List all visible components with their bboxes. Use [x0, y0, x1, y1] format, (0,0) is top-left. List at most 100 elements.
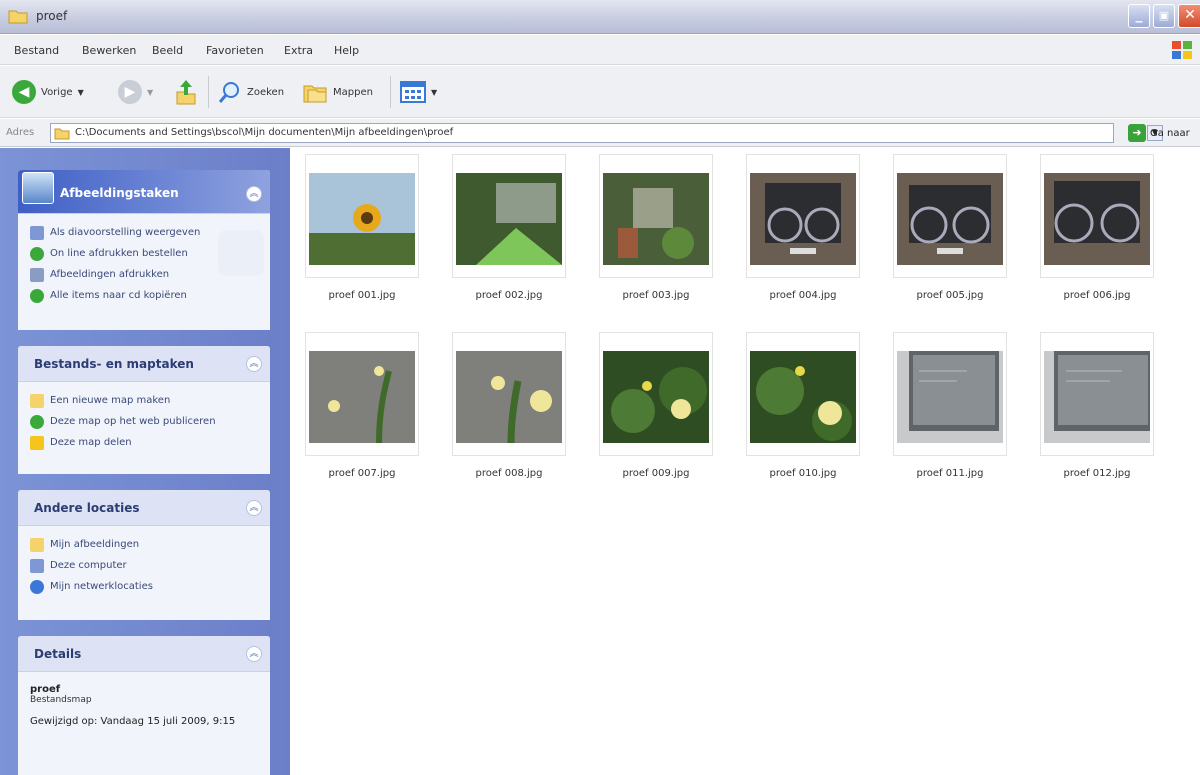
toolbar-separator: [208, 76, 209, 108]
views-button[interactable]: ▼: [400, 80, 437, 104]
task-share-folder[interactable]: Deze map delen: [30, 432, 258, 453]
go-button[interactable]: ➜ Ga naar: [1128, 124, 1190, 142]
dropdown-arrow-icon: ▼: [431, 87, 438, 97]
place-label: Mijn afbeeldingen: [50, 539, 140, 550]
dropdown-arrow-icon: ▼: [147, 87, 154, 97]
network-icon: [30, 579, 44, 594]
address-label: Adres: [6, 127, 35, 138]
other-places-header[interactable]: Andere locaties ︽: [18, 490, 270, 526]
file-name: proef 003.jpg: [622, 290, 690, 301]
file-name: proef 001.jpg: [328, 290, 396, 301]
task-copy-to-cd[interactable]: Alle items naar cd kopiëren: [30, 285, 258, 306]
minimize-button[interactable]: _: [1128, 4, 1150, 28]
computer-screen-photo: [897, 351, 1003, 443]
back-button[interactable]: ◀ Vorige ▼: [12, 80, 84, 104]
place-my-computer[interactable]: Deze computer: [30, 555, 258, 576]
picture-tasks-header[interactable]: Afbeeldingstaken ︽: [18, 170, 270, 214]
garden-path-photo: [603, 173, 709, 265]
forward-button[interactable]: ▶ ▼: [118, 80, 153, 104]
search-icon: [218, 82, 239, 103]
details-type: Bestandsmap: [30, 695, 92, 705]
my-pictures-icon: [30, 537, 44, 552]
other-places-panel: Andere locaties ︽ Mijn afbeeldingen Deze…: [18, 490, 270, 620]
explorer-window: proef _ ▣ ✕ Bestand Bewerken Beeld Favor…: [0, 0, 1200, 775]
roses-green-photo: [750, 351, 856, 443]
details-modified: Gewijzigd op: Vandaag 15 juli 2009, 9:15: [30, 716, 236, 727]
file-name: proef 008.jpg: [475, 468, 543, 479]
details-panel: Details ︽ proef Bestandsmap Gewijzigd op…: [18, 636, 270, 775]
menu-beeld[interactable]: Beeld: [152, 44, 183, 57]
address-path: C:\Documents and Settings\bscol\Mijn doc…: [75, 127, 454, 138]
collapse-chevron-icon[interactable]: ︽: [246, 500, 262, 516]
bike-rack-photo: [750, 173, 856, 265]
task-new-folder[interactable]: Een nieuwe map maken: [30, 390, 258, 411]
roses-green-photo: [603, 351, 709, 443]
file-name: proef 005.jpg: [916, 290, 984, 301]
task-label: Als diavoorstelling weergeven: [50, 227, 201, 238]
collapse-chevron-icon[interactable]: ︽: [246, 646, 262, 662]
file-tasks-header[interactable]: Bestands- en maptaken ︽: [18, 346, 270, 382]
go-label: Ga naar: [1150, 127, 1190, 139]
picture-tasks-panel: Afbeeldingstaken ︽ Als diavoorstelling w…: [18, 170, 270, 330]
task-publish-web[interactable]: Deze map op het web publiceren: [30, 411, 258, 432]
roses-wall-photo: [456, 351, 562, 443]
task-label: Een nieuwe map maken: [50, 395, 171, 406]
address-input[interactable]: C:\Documents and Settings\bscol\Mijn doc…: [50, 123, 1163, 143]
window-title: proef: [36, 9, 68, 23]
roses-wall-photo: [309, 351, 415, 443]
cd-icon: [30, 288, 44, 303]
collapse-chevron-icon[interactable]: ︽: [246, 186, 262, 202]
panel-title: Andere locaties: [34, 501, 140, 515]
address-bar: Adres C:\Documents and Settings\bscol\Mi…: [0, 119, 1200, 147]
place-network[interactable]: Mijn netwerklocaties: [30, 576, 258, 597]
toolbar: ◀ Vorige ▼ ▶ ▼ Zoeken Mappen ▼: [0, 66, 1200, 118]
task-label: Deze map delen: [50, 437, 132, 448]
file-name: proef 011.jpg: [916, 468, 984, 479]
panel-title: Afbeeldingstaken: [60, 186, 179, 200]
search-label: Zoeken: [247, 86, 285, 98]
search-button[interactable]: Zoeken: [218, 80, 284, 104]
bike-rack-photo: [897, 173, 1003, 265]
file-name: proef 006.jpg: [1063, 290, 1131, 301]
go-arrow-icon: ➜: [1128, 124, 1146, 142]
folders-button[interactable]: Mappen: [302, 80, 373, 104]
bike-rack-photo: [1044, 173, 1150, 265]
menu-extra[interactable]: Extra: [284, 44, 313, 57]
file-name: proef 004.jpg: [769, 290, 837, 301]
dropdown-arrow-icon: ▼: [77, 87, 84, 97]
panel-title: Details: [34, 647, 82, 661]
computer-screen-photo: [1044, 351, 1150, 443]
details-header[interactable]: Details ︽: [18, 636, 270, 672]
menu-bestand[interactable]: Bestand: [14, 44, 59, 57]
place-label: Mijn netwerklocaties: [50, 581, 153, 592]
collapse-chevron-icon[interactable]: ︽: [246, 356, 262, 372]
title-bar[interactable]: proef _ ▣ ✕: [0, 0, 1200, 34]
slideshow-icon: [30, 225, 44, 240]
up-folder-button[interactable]: [174, 78, 198, 106]
file-tasks-panel: Bestands- en maptaken ︽ Een nieuwe map m…: [18, 346, 270, 474]
file-view[interactable]: proef 001.jpg proef 002.jpg proef 003.jp…: [291, 148, 1200, 775]
menu-bar: Bestand Bewerken Beeld Favorieten Extra …: [0, 35, 1200, 65]
back-arrow-icon: ◀: [12, 80, 36, 104]
restore-button[interactable]: ▣: [1153, 4, 1175, 28]
task-label: On line afdrukken bestellen: [50, 248, 188, 259]
menu-favorieten[interactable]: Favorieten: [206, 44, 264, 57]
file-name: proef 010.jpg: [769, 468, 837, 479]
folder-icon: [54, 128, 70, 140]
close-button[interactable]: ✕: [1178, 4, 1200, 28]
file-name: proef 012.jpg: [1063, 468, 1131, 479]
new-folder-icon: [30, 393, 44, 408]
forward-arrow-icon: ▶: [118, 80, 142, 104]
views-grid-icon: [400, 81, 426, 103]
place-my-pictures[interactable]: Mijn afbeeldingen: [30, 534, 258, 555]
folders-label: Mappen: [333, 86, 373, 98]
task-pane: Afbeeldingstaken ︽ Als diavoorstelling w…: [0, 148, 290, 775]
file-name: proef 002.jpg: [475, 290, 543, 301]
menu-bewerken[interactable]: Bewerken: [82, 44, 136, 57]
garden-photo: [456, 173, 562, 265]
task-label: Deze map op het web publiceren: [50, 416, 216, 427]
restore-icon: ▣: [1158, 9, 1170, 22]
details-name: proef: [30, 684, 61, 695]
web-publish-icon: [30, 414, 44, 429]
menu-help[interactable]: Help: [334, 44, 359, 57]
